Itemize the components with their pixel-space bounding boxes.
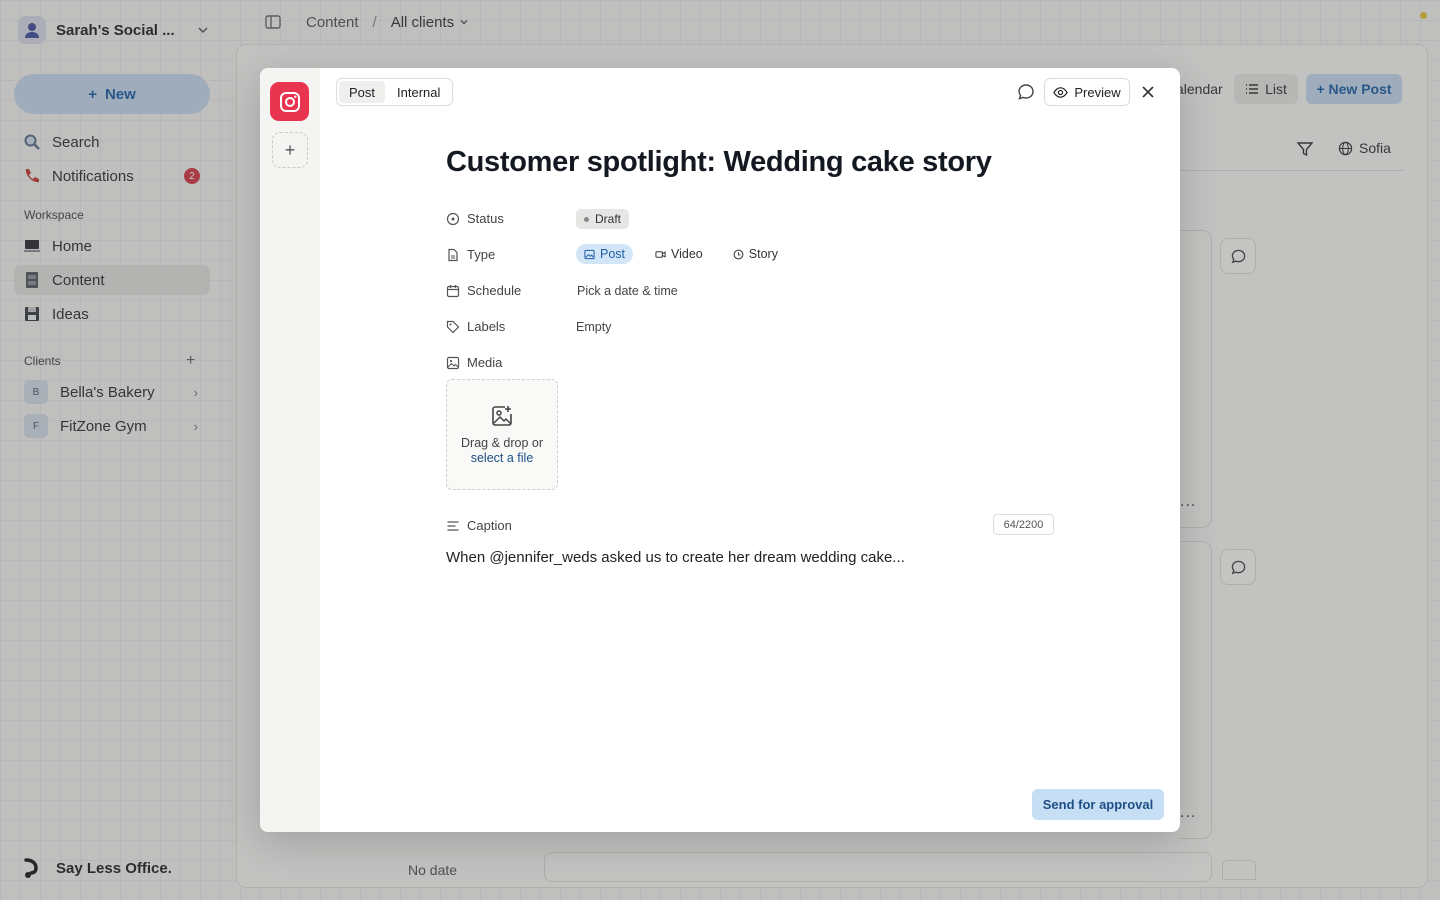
status-label: Status (446, 211, 504, 226)
status-badge[interactable]: Draft (576, 209, 630, 229)
media-label: Media (446, 355, 502, 370)
file-icon (448, 248, 458, 261)
post-editor-modal: + Post Internal Preview Customer spotlig… (260, 68, 1180, 832)
schedule-label: Schedule (446, 283, 521, 298)
platform-rail: + (260, 68, 320, 832)
video-icon (655, 250, 666, 258)
send-for-approval-button[interactable]: Send for approval (1032, 789, 1164, 820)
type-option-story[interactable]: Story (725, 244, 786, 264)
preview-button[interactable]: Preview (1044, 78, 1130, 106)
post-internal-toggle: Post Internal (336, 78, 454, 106)
status-circle-icon (446, 212, 460, 225)
post-title[interactable]: Customer spotlight: Wedding cake story (446, 146, 992, 179)
toggle-internal[interactable]: Internal (387, 81, 450, 103)
comment-icon[interactable] (1016, 82, 1036, 102)
type-label: Type (446, 247, 495, 262)
text-align-icon (447, 520, 459, 531)
image-icon (446, 356, 460, 369)
image-add-icon (492, 405, 512, 426)
tag-icon (446, 320, 460, 333)
caption-char-counter: 64/2200 (993, 514, 1054, 535)
instagram-icon[interactable] (270, 82, 309, 121)
close-icon[interactable] (1138, 82, 1158, 102)
type-option-post[interactable]: Post (576, 244, 634, 264)
media-dropzone[interactable]: Drag & drop or select a file (446, 379, 558, 490)
toggle-post[interactable]: Post (339, 81, 386, 103)
story-circle-icon (733, 249, 744, 259)
caption-label: Caption (446, 518, 512, 533)
type-option-video[interactable]: Video (647, 244, 711, 264)
status-dot (584, 216, 589, 222)
type-selector: Post Video Story (576, 244, 786, 264)
select-file-link[interactable]: select a file (471, 451, 534, 466)
labels-field[interactable]: Empty (576, 320, 611, 334)
add-platform-button[interactable]: + (272, 132, 308, 168)
caption-input[interactable]: When @jennifer_weds asked us to create h… (446, 549, 905, 566)
eye-icon (1053, 86, 1069, 98)
labels-label: Labels (446, 319, 505, 334)
calendar-icon (446, 284, 460, 297)
schedule-picker[interactable]: Pick a date & time (577, 284, 678, 298)
image-icon (584, 249, 595, 259)
